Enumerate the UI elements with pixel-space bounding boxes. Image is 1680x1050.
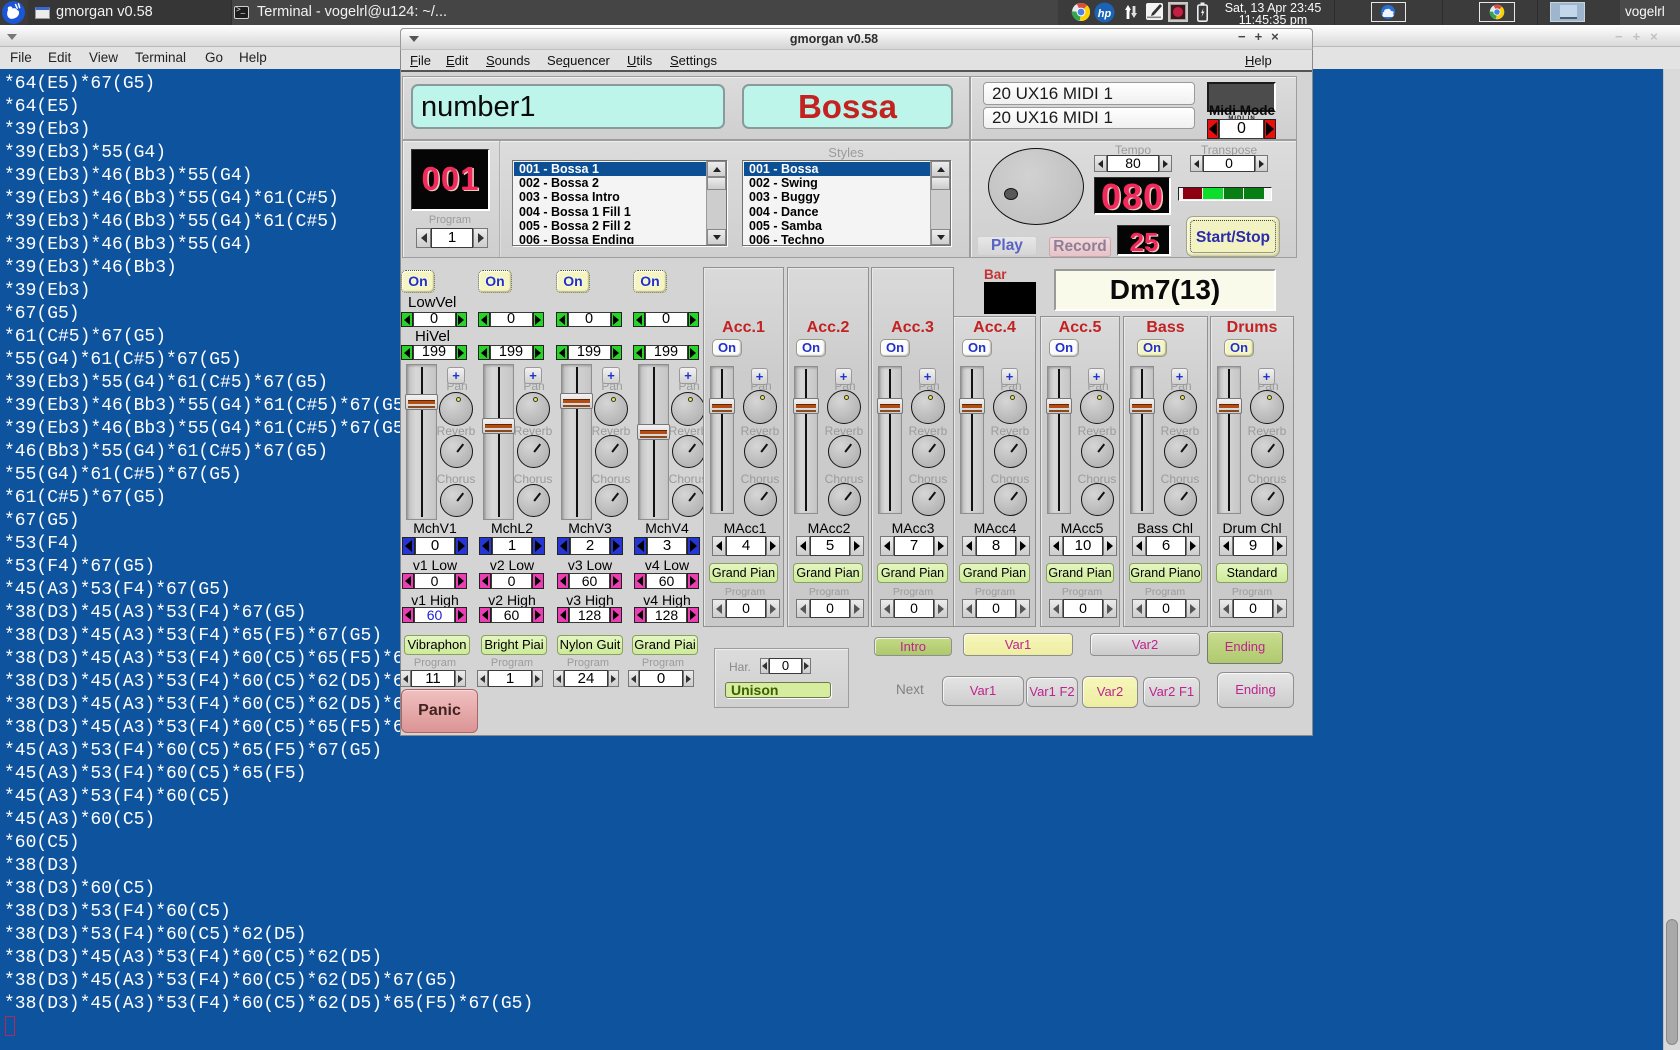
- svg-text:hp: hp: [1098, 8, 1112, 20]
